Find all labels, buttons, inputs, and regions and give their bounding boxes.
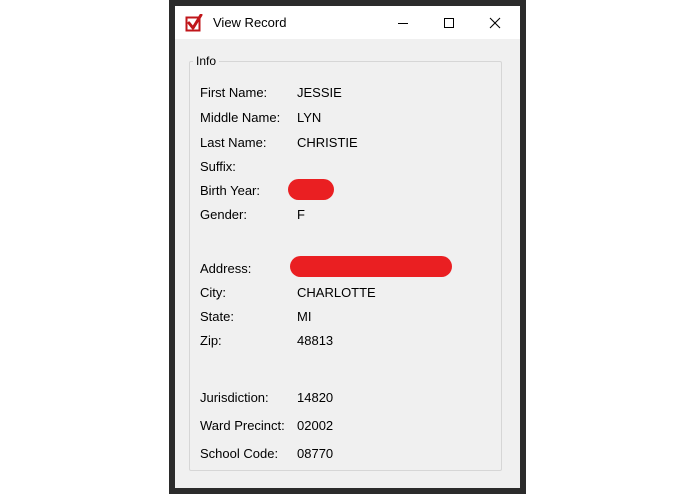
address-redaction xyxy=(290,256,452,277)
info-group-label: Info xyxy=(193,54,220,68)
city-label: City: xyxy=(200,285,226,300)
window-title: View Record xyxy=(213,15,287,30)
zip-value: 48813 xyxy=(297,333,334,348)
view-record-window: View Record Info First Name: JESSIE Midd… xyxy=(169,0,526,494)
last-name-label: Last Name: xyxy=(200,135,267,150)
suffix-label: Suffix: xyxy=(200,159,236,174)
close-button[interactable] xyxy=(472,6,518,39)
maximize-icon xyxy=(444,17,454,28)
red-checkbox-icon xyxy=(185,13,203,32)
birth-year-redaction xyxy=(288,179,334,200)
first-name-label: First Name: xyxy=(200,85,268,100)
school-code-label: School Code: xyxy=(200,446,279,461)
ward-precinct-value: 02002 xyxy=(297,418,334,433)
client-area: Info First Name: JESSIE Middle Name: LYN… xyxy=(175,39,520,488)
ward-precinct-label: Ward Precinct: xyxy=(200,418,285,433)
maximize-button[interactable] xyxy=(426,6,472,39)
minimize-icon xyxy=(398,22,408,24)
zip-label: Zip: xyxy=(200,333,222,348)
school-code-value: 08770 xyxy=(297,446,334,461)
gender-value: F xyxy=(297,207,305,222)
first-name-value: JESSIE xyxy=(297,85,342,100)
state-label: State: xyxy=(200,309,234,324)
address-label: Address: xyxy=(200,261,252,276)
close-icon xyxy=(489,17,501,28)
state-value: MI xyxy=(297,309,312,324)
jurisdiction-label: Jurisdiction: xyxy=(200,390,269,405)
last-name-value: CHRISTIE xyxy=(297,135,358,150)
city-value: CHARLOTTE xyxy=(297,285,376,300)
jurisdiction-value: 14820 xyxy=(297,390,334,405)
middle-name-label: Middle Name: xyxy=(200,110,281,125)
title-bar[interactable]: View Record xyxy=(175,6,520,39)
birth-year-label: Birth Year: xyxy=(200,183,260,198)
middle-name-value: LYN xyxy=(297,110,322,125)
minimize-button[interactable] xyxy=(380,6,426,39)
gender-label: Gender: xyxy=(200,207,247,222)
